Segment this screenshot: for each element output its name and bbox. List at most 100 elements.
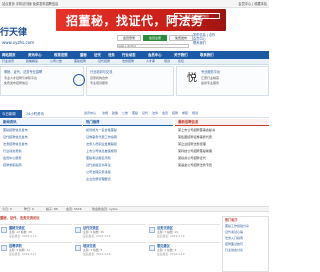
job-item[interactable]: 某投资公司招聘证代 xyxy=(178,156,206,161)
stat-today: 今日: 0 xyxy=(2,207,12,211)
news-item[interactable]: 招聘求职指南 xyxy=(3,163,22,168)
feature-tile-title: 专业服务平台 xyxy=(201,70,221,74)
sub-nav: 行业资讯 政策解读 公司公告 董秘招聘 证代招聘 法务招聘 人才库 培训 论坛 xyxy=(0,59,269,65)
header-link-contact[interactable]: 联系我们 xyxy=(193,41,269,45)
nav-item-legal[interactable]: 法务 xyxy=(108,53,115,57)
board-icon xyxy=(75,227,81,233)
hot-post-link[interactable]: 招聘面试技巧 xyxy=(225,242,243,247)
nav-item-home[interactable]: 网站首页 xyxy=(2,53,16,57)
forum-board[interactable]: 董秘交流区 主题: 12 帖数: 38 最后发表: 2019-4-14 xyxy=(0,224,72,238)
feature-tile-recruit[interactable]: 董秘、证代、法务专业招聘 专业人才招聘与求职平台 免费发布招聘信息 xyxy=(0,66,84,96)
hot-post-link[interactable]: 法务入门指南 xyxy=(225,236,243,241)
nav-item-member[interactable]: 会员中心 xyxy=(148,53,162,57)
job-item[interactable]: 某集团招聘证券事务代表 xyxy=(178,135,212,140)
subnav-item[interactable]: 行业资讯 xyxy=(2,59,14,64)
tab-link[interactable]: 公告 xyxy=(122,111,128,116)
news-item[interactable]: 行业动态更新 xyxy=(3,149,22,154)
feature-tile-service[interactable]: 专业服务平台 汇聚行业精英 提供专业服务 悦 xyxy=(176,66,269,96)
top-right-links[interactable]: 会员中心 | 收藏本站 xyxy=(238,2,267,6)
recommend-item[interactable]: 证代资格证书考试 xyxy=(86,163,111,168)
job-item[interactable]: 某科技公司招聘董秘助理 xyxy=(178,149,212,154)
forum-board[interactable]: 意见建议 主题: 2 帖数: 4 最后发表: 2019-4-19 xyxy=(148,242,220,256)
subnav-item[interactable]: 论坛 xyxy=(178,59,184,64)
news-item[interactable]: 董秘招聘信息发布 xyxy=(3,128,28,133)
tab-link[interactable]: 政策 xyxy=(112,111,118,116)
nav-item-policy[interactable]: 政策法规 xyxy=(54,53,68,57)
stat-members: 会员: 5526 xyxy=(66,207,82,211)
subnav-item[interactable]: 公司公告 xyxy=(50,59,62,64)
subnav-item[interactable]: 政策解读 xyxy=(26,59,38,64)
feature-row: 董秘、证代、法务专业招聘 专业人才招聘与求职平台 免费发布招聘信息 行业培训与交… xyxy=(0,66,269,96)
hot-post-link[interactable]: 行业动态讨论 xyxy=(225,248,243,253)
tab-link[interactable]: 会员 xyxy=(162,111,168,116)
feature-tile-training[interactable]: 行业培训与交流 百家机构合作 专业培训服务 xyxy=(73,66,174,96)
recommend-item[interactable]: 如何成为一名合格董秘 xyxy=(86,128,117,133)
publish-button[interactable]: 免费发布 xyxy=(169,35,193,41)
recommend-item[interactable]: 上市公司信息披露规则 xyxy=(86,149,117,154)
recommend-item[interactable]: 证券事务代表工作指南 xyxy=(86,135,117,140)
subnav-item[interactable]: 证代招聘 xyxy=(98,59,110,64)
tab-link[interactable]: 招聘 xyxy=(172,111,178,116)
stat-yesterday: 昨日: 0 xyxy=(24,207,34,211)
subnav-item[interactable]: 人才库 xyxy=(146,59,155,64)
recommend-item[interactable]: 企业合规管理要点 xyxy=(86,177,111,182)
board-last: 最后发表: 2019-4-15 xyxy=(83,234,111,238)
news-item[interactable]: 会员中心服务 xyxy=(3,156,22,161)
recruitment-banner[interactable]: 招董秘，找证代，阿法务 免费发布招聘信息 xyxy=(56,9,226,31)
tab-link[interactable]: 资讯中心 xyxy=(84,111,96,116)
board-last: 最后发表: 2019-4-19 xyxy=(157,252,185,256)
board-last: 最后发表: 2019-4-14 xyxy=(9,234,37,238)
feature-tile-line: 免费发布招聘信息 xyxy=(4,81,29,85)
login-button[interactable]: 会员登录 xyxy=(117,35,141,41)
tab-link[interactable]: 求职 xyxy=(182,111,188,116)
recommend-item[interactable]: 法务人员职业发展路径 xyxy=(86,142,117,147)
stat-newest-member[interactable]: 欢迎新会员: xyzhs xyxy=(92,207,118,212)
nav-item-secretary[interactable]: 董秘 xyxy=(80,53,87,57)
site-logo[interactable]: 行天律 www.xyzhs.com xyxy=(0,26,48,46)
tab-24h-news[interactable]: 24小时资讯 xyxy=(24,110,50,118)
news-item[interactable]: 证代招聘信息发布 xyxy=(3,135,28,140)
seal-icon xyxy=(73,74,85,86)
board-icon xyxy=(1,227,7,233)
hot-posts-box: 热门帖子 董秘工作经验分享 证代考试心得 法务入门指南 招聘面试技巧 行业动态讨… xyxy=(222,216,269,272)
subnav-item[interactable]: 董秘招聘 xyxy=(74,59,86,64)
tab-link[interactable]: 董秘 xyxy=(132,111,138,116)
stat-posts: 帖子: 88 xyxy=(46,207,58,211)
tab-link[interactable]: 法务 xyxy=(152,111,158,116)
search-input[interactable] xyxy=(117,44,189,48)
job-item[interactable]: 某上市公司招聘董事会秘书 xyxy=(178,128,215,133)
forum-board[interactable]: 法务交流区 主题: 7 帖数: 19 最后发表: 2019-4-16 xyxy=(148,224,220,238)
tab-today-news[interactable]: 今日新闻 xyxy=(0,110,22,118)
tab-link[interactable]: 证代 xyxy=(142,111,148,116)
board-icon xyxy=(75,245,81,251)
feature-tile-title: 董秘、证代、法务专业招聘 xyxy=(4,70,43,74)
job-item[interactable]: 某基金公司招聘法务专员 xyxy=(178,163,212,168)
nav-item-securities-rep[interactable]: 证代 xyxy=(94,53,101,57)
tab-link[interactable]: 培训 xyxy=(192,111,198,116)
forum-board[interactable]: 招聘求职 主题: 5 帖数: 11 最后发表: 2019-4-17 xyxy=(0,242,72,256)
nav-item-industry[interactable]: 行业动态 xyxy=(122,53,136,57)
tab-link[interactable]: 法规 xyxy=(102,111,108,116)
subnav-item[interactable]: 法务招聘 xyxy=(122,59,134,64)
nav-item-about[interactable]: 关于我们 xyxy=(174,53,188,57)
nav-item-news[interactable]: 资讯中心 xyxy=(28,53,42,57)
main-nav: 网站首页 资讯中心 政策法规 董秘 证代 法务 行业动态 会员中心 关于我们 联… xyxy=(0,51,269,59)
recommend-column: 热门推荐 如何成为一名合格董秘 证券事务代表工作指南 法务人员职业发展路径 上市… xyxy=(83,119,173,191)
register-button[interactable]: 会员注册 xyxy=(143,35,167,41)
hot-posts-header: 热门帖子 xyxy=(225,218,238,222)
hot-post-link[interactable]: 董秘工作经验分享 xyxy=(225,224,249,229)
nav-item-contact[interactable]: 联系我们 xyxy=(200,53,214,57)
recommend-item[interactable]: 董秘考试报名须知 xyxy=(86,156,111,161)
job-item[interactable]: 某企业招聘法务经理 xyxy=(178,142,206,147)
feature-tile-title: 行业培训与交流 xyxy=(90,70,113,74)
column-header: 新闻资讯 xyxy=(0,119,82,126)
forum-board[interactable]: 培训交流 主题: 3 帖数: 8 最后发表: 2019-4-18 xyxy=(74,242,146,256)
hot-post-link[interactable]: 证代考试心得 xyxy=(225,230,243,235)
board-icon xyxy=(149,227,155,233)
forum-board[interactable]: 证代交流区 主题: 9 帖数: 25 最后发表: 2019-4-15 xyxy=(74,224,146,238)
news-item[interactable]: 法务招聘信息发布 xyxy=(3,142,28,147)
top-left-links[interactable]: 站点首页 手机访问版 免费发布招聘信息 xyxy=(2,2,58,6)
recommend-item[interactable]: 公司治理实务讲座 xyxy=(86,170,111,175)
board-icon xyxy=(149,245,155,251)
subnav-item[interactable]: 培训 xyxy=(164,59,170,64)
